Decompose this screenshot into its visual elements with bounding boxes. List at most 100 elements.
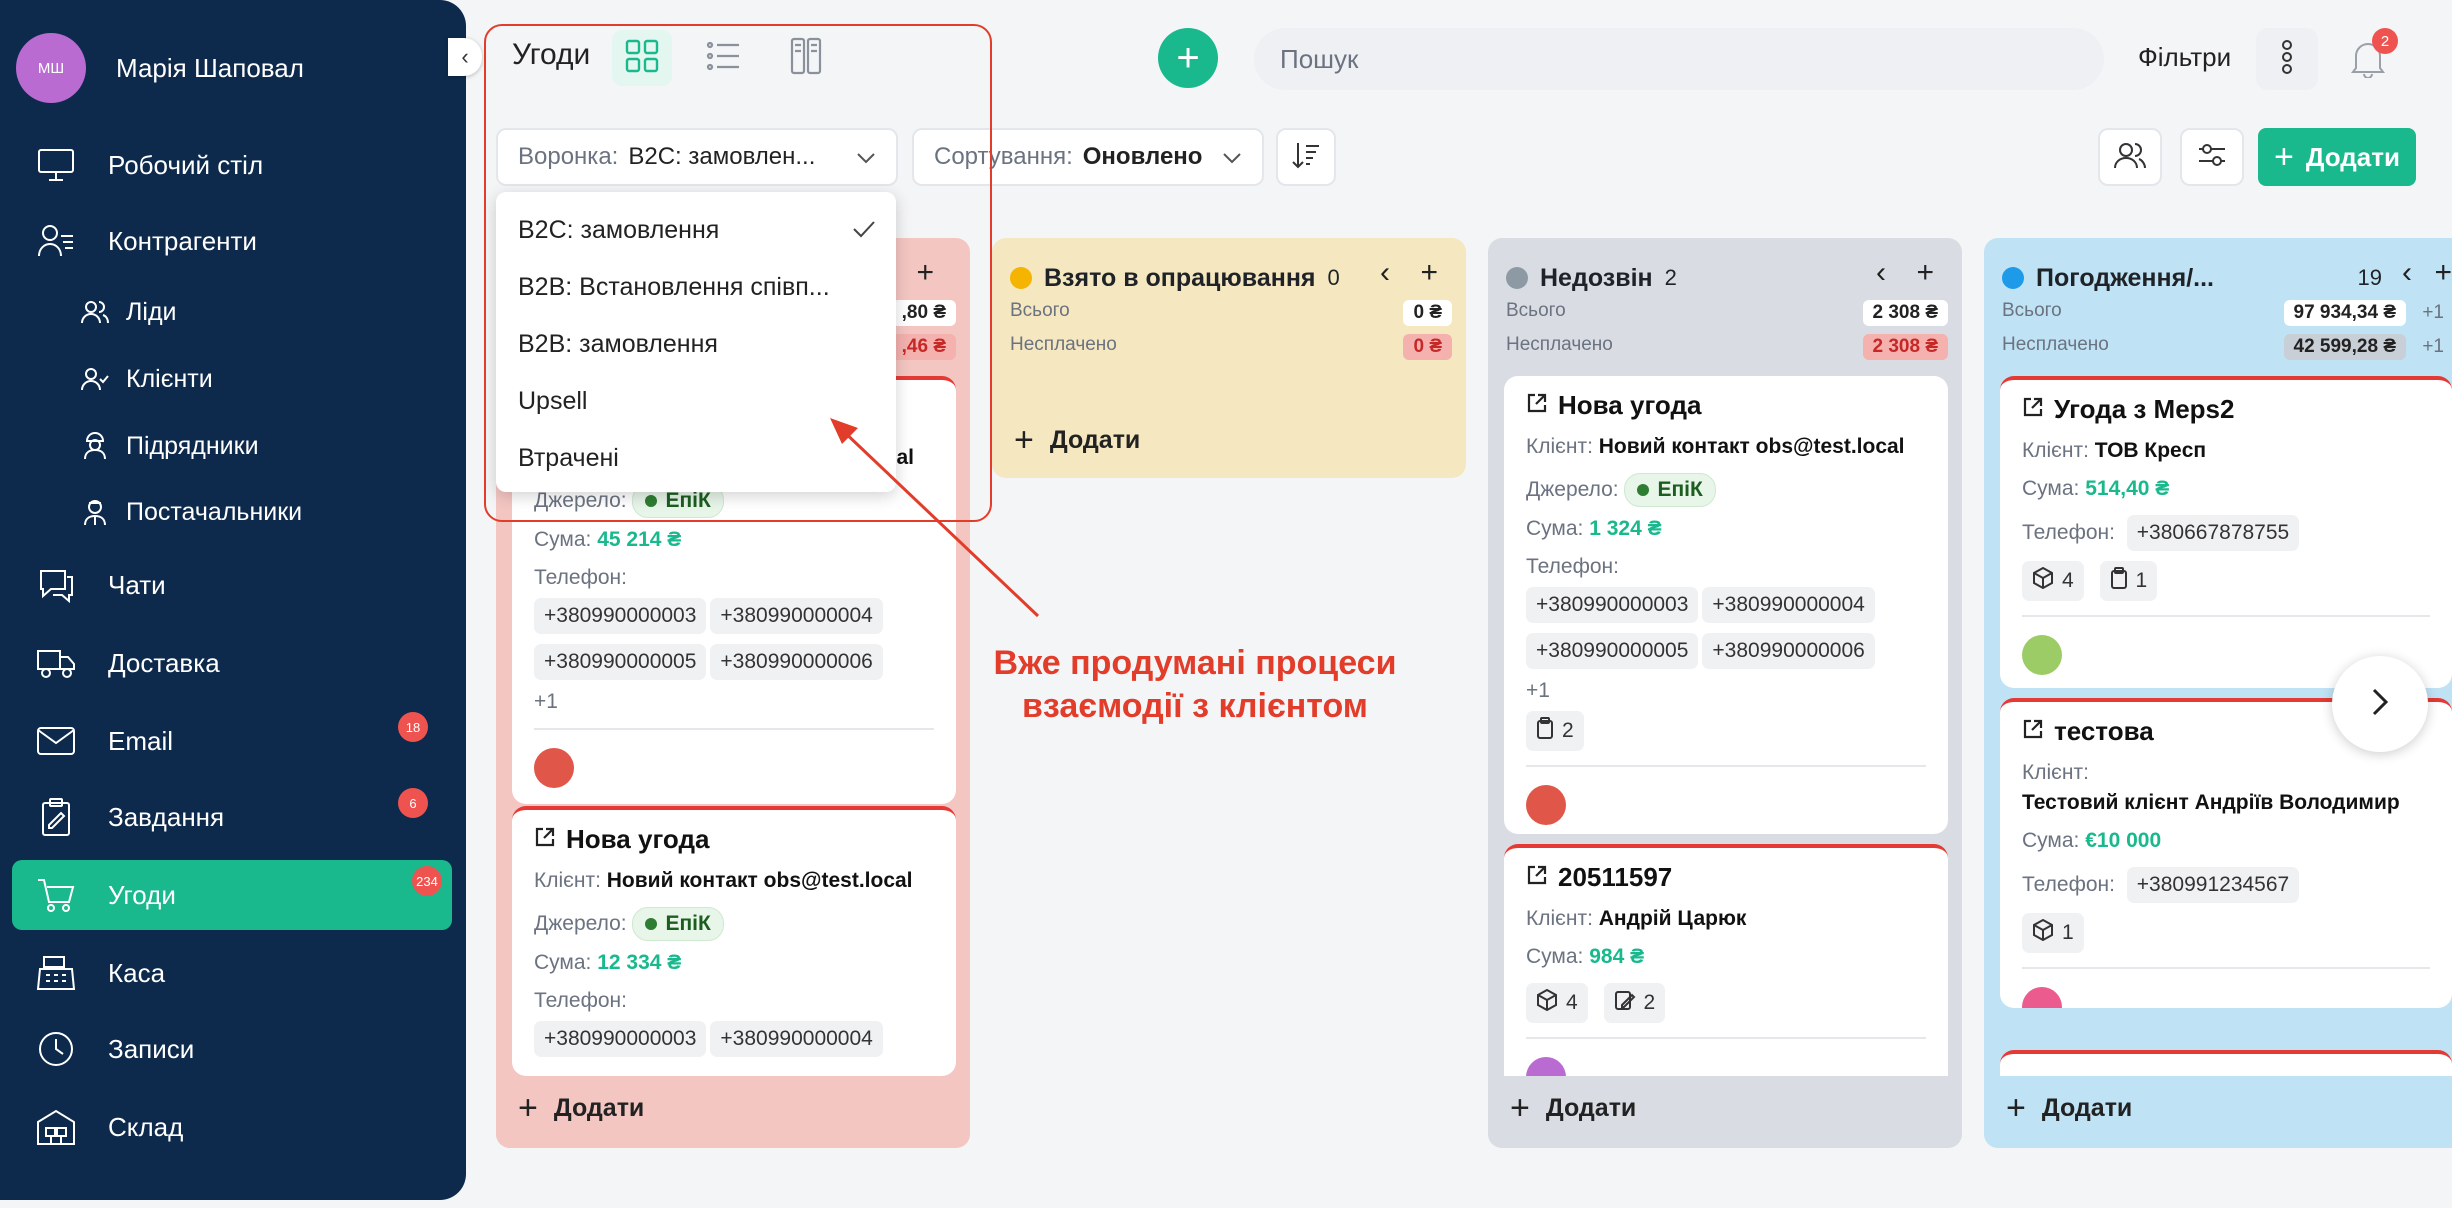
total-label: Всього [1506, 300, 1566, 321]
phone-chip[interactable]: +380667878755 [2126, 515, 2300, 551]
phone-chip[interactable]: +380990000004 [710, 1021, 883, 1057]
unpaid-row: Несплачено 0 ₴ [1010, 334, 1452, 362]
tasks-counter[interactable]: 1 [2099, 561, 2158, 601]
phone-chip[interactable]: +380990000005 [534, 644, 707, 680]
clock-icon [34, 1027, 78, 1071]
phone-chip[interactable]: +380990000003 [534, 598, 707, 634]
column-title: Взято в опрацювання [1044, 263, 1316, 292]
settings-sliders-button[interactable] [2180, 128, 2244, 186]
unpaid-value: 2 308 ₴ [1862, 334, 1948, 360]
divider [1526, 1037, 1926, 1039]
plus-icon[interactable]: + [2434, 256, 2452, 290]
deal-card[interactable]: Угода з Мерs2 Клієнт: ТОВ Креcп Сума: 51… [2000, 376, 2452, 688]
chevron-left-icon[interactable]: ‹ [1876, 256, 1886, 290]
deal-card[interactable]: 20511597 Клієнт: Андрій Царюк Сума: 984 … [1504, 844, 1948, 1094]
source-chip: ЕпіК [1624, 473, 1716, 507]
scroll-right-button[interactable] [2332, 656, 2428, 752]
phone-row: Телефон: +380667878755 [2022, 515, 2430, 551]
nav-chats[interactable]: Чати [12, 550, 452, 620]
sort-direction-button[interactable] [1276, 128, 1336, 186]
phone-chip[interactable]: +380990000006 [710, 644, 883, 680]
nav-records[interactable]: Записи [12, 1014, 452, 1084]
nav-email[interactable]: Email 18 [12, 706, 452, 776]
avatar[interactable] [2022, 635, 2062, 675]
nav-contractors[interactable]: Контрагенти [12, 206, 452, 276]
plus-icon[interactable]: + [1420, 256, 1438, 290]
phone-chip[interactable]: +380990000003 [534, 1021, 707, 1057]
quick-add-button[interactable]: + [1158, 28, 1218, 88]
card-meta: 1 [2022, 913, 2430, 953]
more-phones[interactable]: +1 [534, 690, 934, 714]
column-add-button[interactable]: + Додати [1510, 1089, 1636, 1128]
user-avatar[interactable]: МШ [16, 33, 86, 103]
total-row: Всього 2 308 ₴ [1506, 300, 1948, 328]
card-title[interactable]: Нова угода [534, 824, 934, 855]
nav-delivery[interactable]: Доставка [12, 628, 452, 698]
nav-suppliers-label: Постачальники [126, 497, 303, 526]
chat-icon [34, 563, 78, 607]
column-add-button[interactable]: + Додати [518, 1089, 644, 1128]
column-add-button[interactable]: + Додати [2006, 1089, 2132, 1128]
user-profile[interactable]: МШ Марія Шаповал [16, 33, 304, 103]
nav-subcontractors[interactable]: Підрядники [12, 416, 452, 476]
products-counter[interactable]: 1 [2022, 913, 2084, 953]
products-counter[interactable]: 4 [2022, 561, 2084, 601]
nav-leads[interactable]: Ліди [12, 282, 452, 342]
divider [2022, 615, 2430, 617]
email-badge: 18 [398, 712, 428, 742]
client-row: Клієнт: Новий контакт obs@test.local [534, 869, 934, 893]
client-name: ТОВ Креcп [2094, 439, 2207, 462]
deal-card[interactable]: Нова угода Клієнт: Новий контакт obs@tes… [512, 806, 956, 1076]
avatar[interactable] [2022, 987, 2062, 1008]
add-deal-button[interactable]: + Додати [2258, 128, 2416, 186]
card-title-text: Угода з Мерs2 [2054, 394, 2235, 424]
nav-desktop[interactable]: Робочий стіл [12, 130, 452, 200]
nav-suppliers[interactable]: Постачальники [12, 482, 452, 542]
tasks-counter[interactable]: 2 [1526, 711, 1584, 751]
client-label: Клієнт: [1526, 907, 1593, 930]
status-dot-icon [1637, 484, 1650, 496]
sum-label: Сума: [2022, 477, 2080, 500]
card-title[interactable]: 20511597 [1526, 862, 1926, 893]
card-title-text: Нова угода [1558, 390, 1702, 420]
nav-deals[interactable]: Угоди 234 [12, 860, 452, 930]
nav-clients[interactable]: Клієнти [12, 349, 452, 409]
phone-chip[interactable]: +380990000006 [1702, 633, 1875, 669]
deal-card[interactable]: Нова угода Клієнт: Новий контакт obs@tes… [1504, 376, 1948, 834]
external-link-icon [1526, 862, 1548, 893]
filters-button[interactable]: Фільтри [2138, 42, 2231, 73]
nav-tasks[interactable]: Завдання 6 [12, 782, 452, 852]
card-title-text: тестова [2054, 716, 2154, 746]
phone-chip[interactable]: +380990000003 [1526, 587, 1699, 623]
plus-icon[interactable]: + [1916, 256, 1934, 290]
card-title[interactable]: Угода з Мерs2 [2022, 394, 2430, 425]
chevron-left-icon[interactable]: ‹ [1380, 256, 1390, 290]
nav-tasks-label: Завдання [108, 801, 225, 832]
sum-value: 1 324 ₴ [1589, 517, 1662, 540]
search-input[interactable] [1254, 28, 2104, 90]
card-title[interactable]: Нова угода [1526, 390, 1926, 421]
status-dot-icon [1506, 267, 1528, 289]
phone-chip[interactable]: +380990000004 [1702, 587, 1875, 623]
users-icon [2114, 141, 2146, 174]
column-count: 19 [2357, 265, 2382, 290]
phone-chip[interactable]: +380990000005 [1526, 633, 1699, 669]
box-icon [1536, 988, 1558, 1017]
avatar[interactable] [1526, 785, 1566, 825]
total-label: Всього [1010, 300, 1070, 321]
nav-cash[interactable]: Каса [12, 938, 452, 1008]
more-phones[interactable]: +1 [1526, 679, 1926, 703]
avatar[interactable] [534, 748, 574, 788]
chevron-left-icon[interactable]: ‹ [2402, 256, 2412, 290]
more-options-button[interactable] [2256, 28, 2318, 90]
plus-icon: + [518, 1089, 538, 1127]
responsible-filter-button[interactable] [2098, 128, 2162, 186]
products-counter[interactable]: 4 [1526, 983, 1588, 1023]
annotation-text: Вже продумані процеси взаємодії з клієнт… [993, 644, 1397, 725]
notes-counter[interactable]: 2 [1603, 983, 1666, 1023]
chevron-down-icon [1222, 143, 1242, 171]
nav-warehouse[interactable]: Склад [12, 1092, 452, 1162]
phone-chip[interactable]: +380991234567 [2126, 867, 2300, 903]
phone-list: +380990000003 +380990000004 [534, 1021, 934, 1067]
sidebar-collapse-button[interactable]: ‹ [448, 38, 482, 76]
